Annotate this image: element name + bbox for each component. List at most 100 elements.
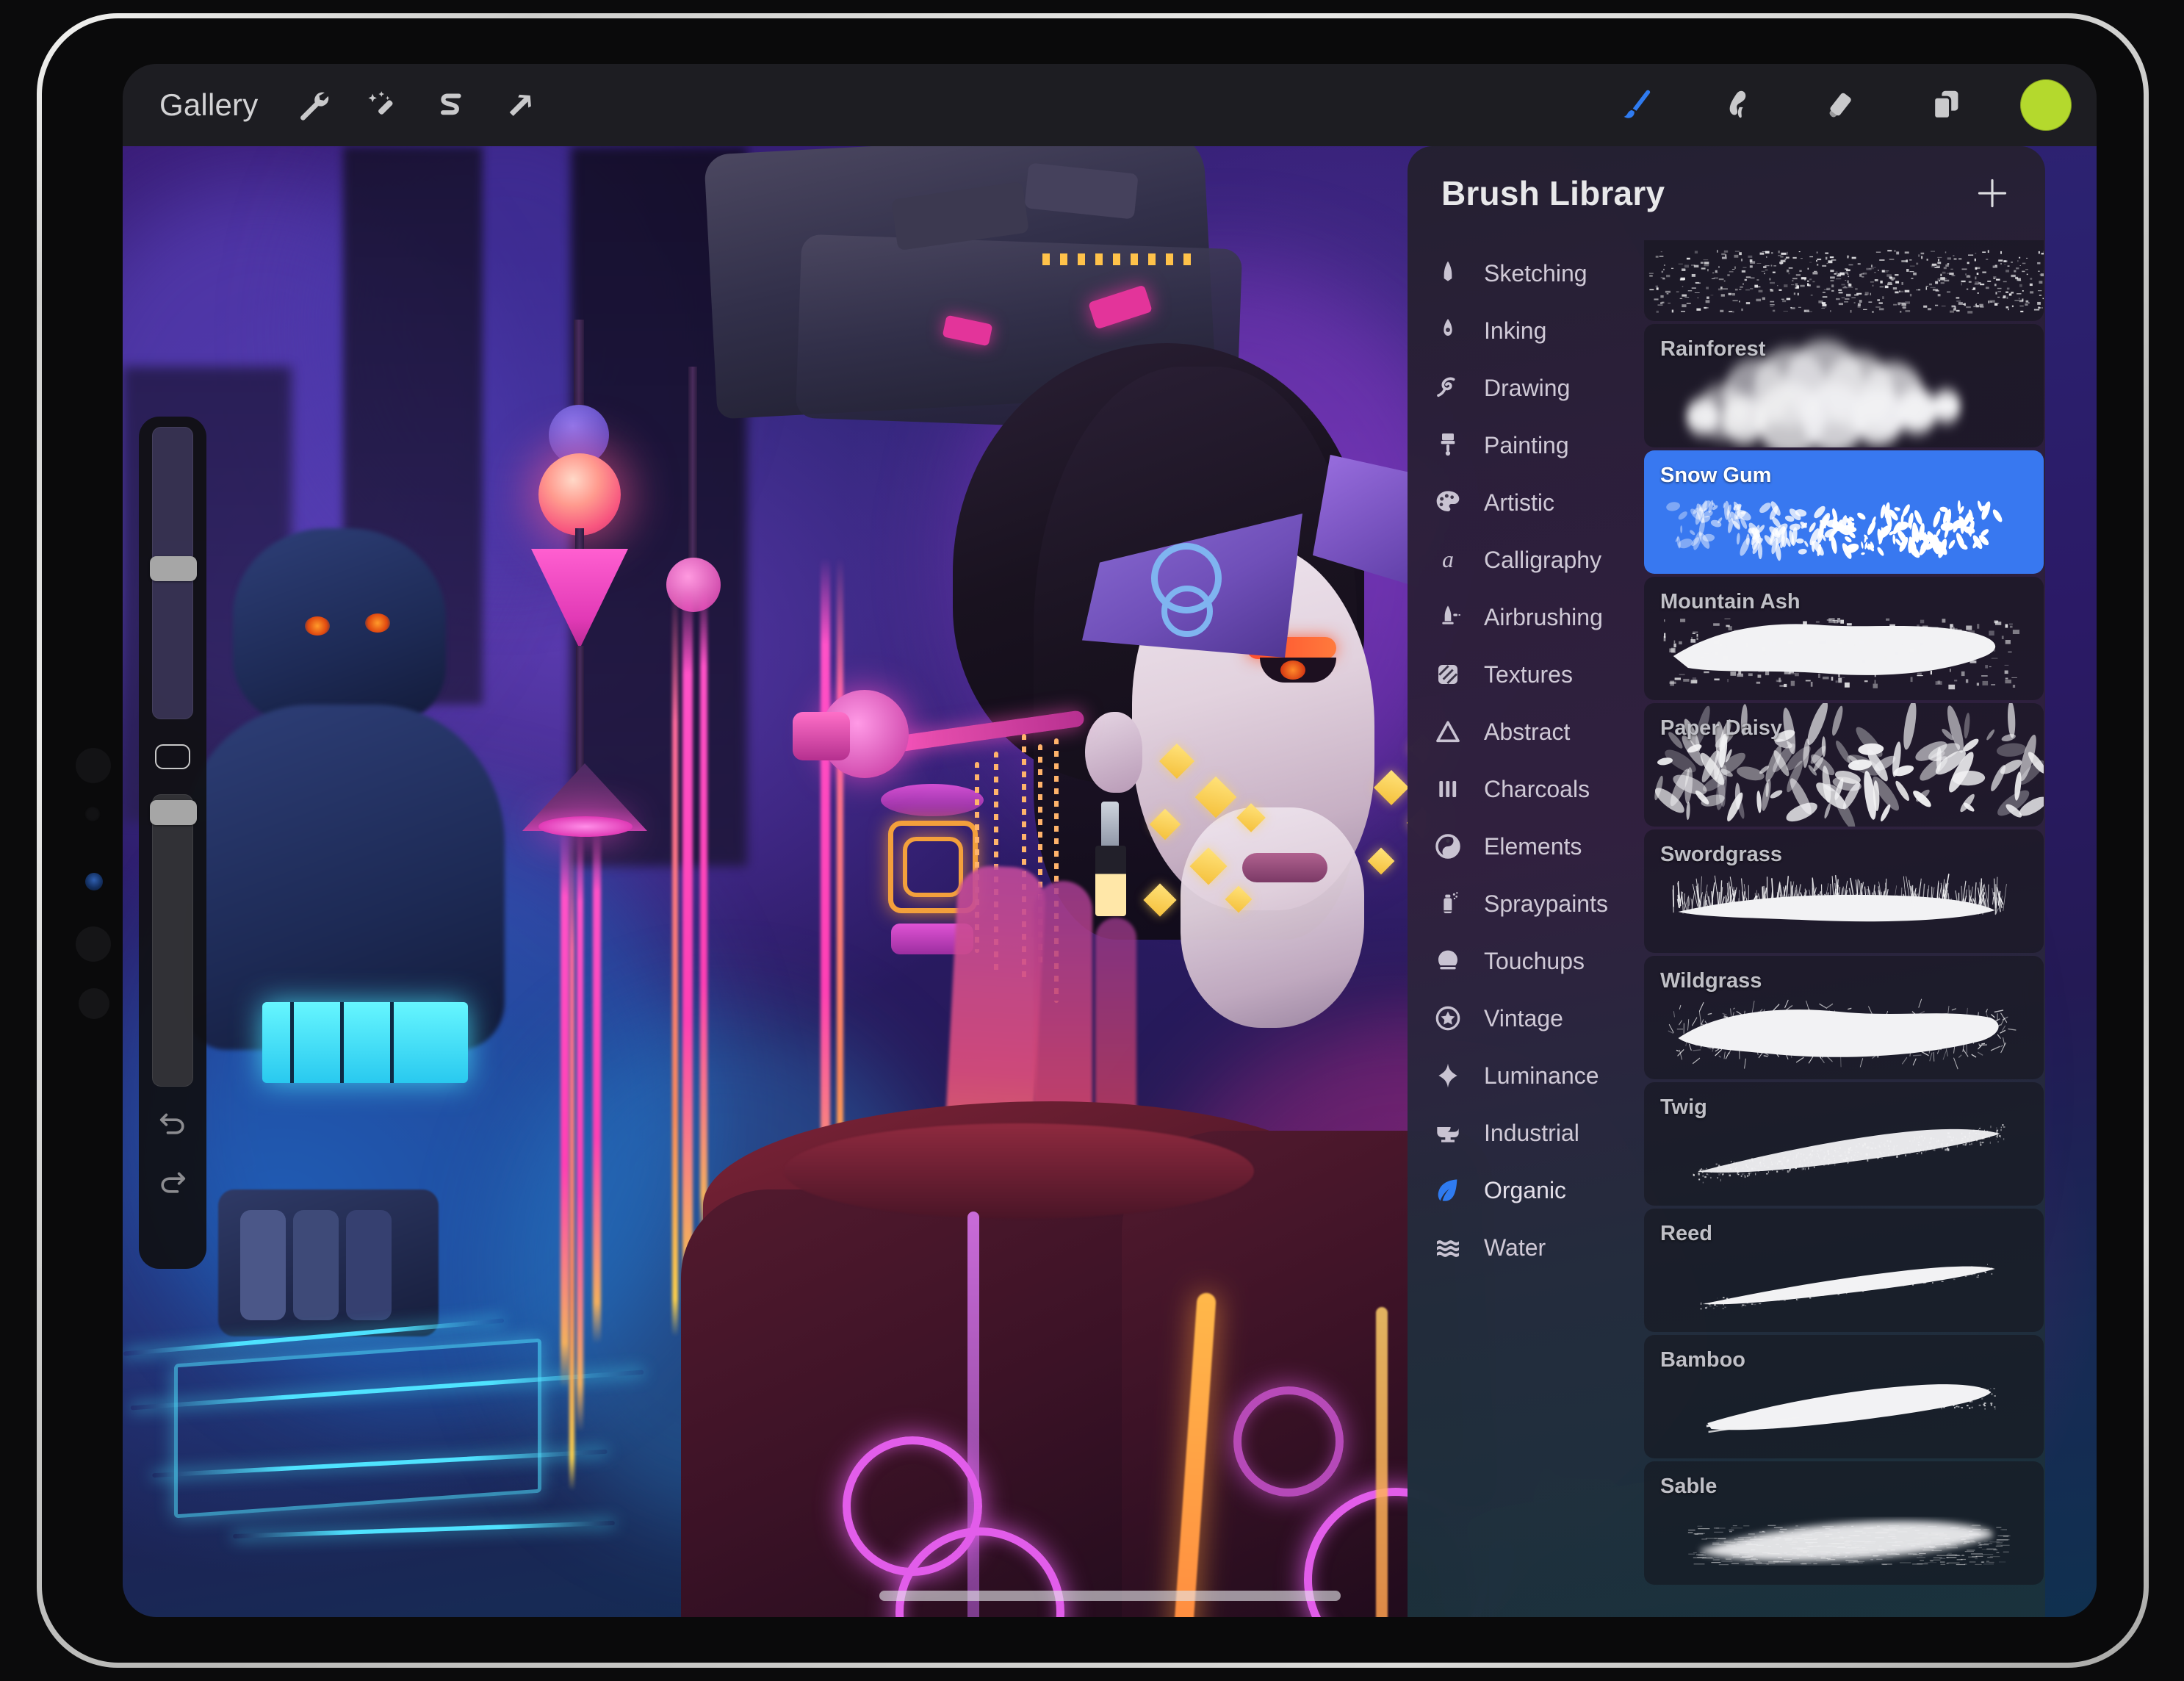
sidebar-item-water[interactable]: Water	[1408, 1219, 1644, 1276]
category-label: Painting	[1484, 431, 1569, 458]
ambient-sensor	[84, 806, 101, 822]
eraser-icon[interactable]	[1814, 76, 1872, 134]
opacity-slider[interactable]	[150, 794, 197, 1087]
sidebar-item-sketching[interactable]: Sketching	[1408, 245, 1644, 302]
category-label: Water	[1484, 1234, 1546, 1261]
paintbrush-icon[interactable]	[1609, 76, 1666, 134]
pencil-tip-icon	[1428, 259, 1468, 288]
brush-item[interactable]: Mountain Ash	[1644, 577, 2044, 700]
undo-arrow-icon[interactable]	[150, 1100, 195, 1145]
device-bezel: Gallery Brush Library Sketching Inking D…	[42, 18, 2144, 1663]
sidebar-item-abstract[interactable]: Abstract	[1408, 703, 1644, 760]
brush-item[interactable]: Paper Daisy	[1644, 703, 2044, 827]
brush-library-body: Sketching Inking Drawing Painting Artistic a C…	[1408, 240, 2045, 1617]
hatched-square-icon	[1428, 660, 1468, 689]
category-label: Drawing	[1484, 374, 1571, 401]
selection-s-curve-icon[interactable]	[422, 76, 480, 134]
toolbar-right-group	[1563, 76, 2072, 134]
triangle-icon	[1428, 717, 1468, 746]
brush-item[interactable]: Snow Gum	[1644, 450, 2044, 574]
brush-item[interactable]: Bamboo	[1644, 1335, 2044, 1458]
redo-arrow-icon[interactable]	[150, 1159, 195, 1204]
brush-name-label: Swordgrass	[1660, 843, 1782, 866]
layers-icon[interactable]	[1917, 76, 1975, 134]
sidebar-item-textures[interactable]: Textures	[1408, 646, 1644, 703]
sidebar-item-artistic[interactable]: Artistic	[1408, 474, 1644, 531]
microphone-2	[79, 988, 109, 1019]
plus-icon[interactable]	[1972, 173, 2013, 214]
anvil-icon	[1428, 1118, 1468, 1148]
sidebar-item-airbrushing[interactable]: Airbrushing	[1408, 588, 1644, 646]
actions-wrench-icon[interactable]	[284, 76, 342, 134]
brush-size-slider[interactable]	[150, 427, 197, 719]
sidebar-item-calligraphy[interactable]: a Calligraphy	[1408, 531, 1644, 588]
airbrush-icon	[1428, 602, 1468, 632]
category-label: Textures	[1484, 660, 1573, 688]
sidebar-item-touchups[interactable]: Touchups	[1408, 932, 1644, 990]
brush-name-label: Snow Gum	[1660, 464, 1772, 487]
brush-item[interactable]	[1644, 240, 2044, 321]
color-swatch-button[interactable]	[2020, 79, 2072, 131]
status-led	[85, 873, 103, 890]
brush-name-label: Bamboo	[1660, 1348, 1745, 1372]
brush-name-label: Paper Daisy	[1660, 716, 1783, 740]
top-toolbar: Gallery	[123, 64, 2097, 146]
brush-name-label: Rainforest	[1660, 337, 1766, 361]
waves-icon	[1428, 1233, 1468, 1262]
gallery-button[interactable]: Gallery	[154, 82, 273, 129]
brush-item[interactable]: Wildgrass	[1644, 956, 2044, 1079]
category-label: Airbrushing	[1484, 603, 1603, 630]
smudge-finger-icon[interactable]	[1712, 76, 1769, 134]
sidebar-item-industrial[interactable]: Industrial	[1408, 1104, 1644, 1162]
category-label: Calligraphy	[1484, 546, 1602, 573]
three-bars-icon	[1428, 774, 1468, 804]
category-label: Artistic	[1484, 489, 1554, 516]
sidebar-item-inking[interactable]: Inking	[1408, 302, 1644, 359]
category-label: Touchups	[1484, 947, 1585, 974]
sidebar-item-spraypaints[interactable]: Spraypaints	[1408, 875, 1644, 932]
sidebar-item-drawing[interactable]: Drawing	[1408, 359, 1644, 417]
brush-name-label: Mountain Ash	[1660, 590, 1801, 613]
brush-category-list: Sketching Inking Drawing Painting Artistic a C…	[1408, 240, 1644, 1617]
brush-item[interactable]: Sable	[1644, 1461, 2044, 1585]
category-label: Elements	[1484, 832, 1582, 860]
sidebar-item-luminance[interactable]: Luminance	[1408, 1047, 1644, 1104]
ipad-screen: Gallery Brush Library Sketching Inking D…	[123, 64, 2097, 1617]
yin-yang-icon	[1428, 832, 1468, 861]
brush-library-panel: Brush Library Sketching Inking Drawing Pain…	[1408, 146, 2045, 1617]
category-label: Vintage	[1484, 1004, 1563, 1032]
sidebar-item-organic[interactable]: Organic	[1408, 1162, 1644, 1219]
home-indicator[interactable]	[879, 1591, 1341, 1601]
sidebar-item-elements[interactable]: Elements	[1408, 818, 1644, 875]
brush-stroke-preview	[1644, 240, 2044, 321]
transform-arrow-icon[interactable]	[491, 76, 549, 134]
spray-can-icon	[1428, 889, 1468, 918]
ink-nib-icon	[1428, 316, 1468, 345]
adjustments-magic-wand-icon[interactable]	[353, 76, 411, 134]
brush-item[interactable]: Reed	[1644, 1209, 2044, 1332]
category-label: Spraypaints	[1484, 890, 1608, 917]
sidebar-item-vintage[interactable]: Vintage	[1408, 990, 1644, 1047]
ipad-device-frame: Gallery Brush Library Sketching Inking D…	[37, 13, 2149, 1668]
brush-item[interactable]: Swordgrass	[1644, 829, 2044, 953]
sparkle-icon	[1428, 1061, 1468, 1090]
modify-button[interactable]	[155, 744, 190, 769]
category-label: Charcoals	[1484, 775, 1590, 802]
paint-brush-icon	[1428, 431, 1468, 460]
panel-title: Brush Library	[1441, 174, 1665, 212]
microphone-1	[76, 926, 111, 962]
sidebar-item-painting[interactable]: Painting	[1408, 417, 1644, 474]
star-circle-icon	[1428, 1004, 1468, 1033]
category-label: Industrial	[1484, 1119, 1579, 1146]
brush-name-label: Sable	[1660, 1475, 1718, 1498]
brush-name-label: Twig	[1660, 1095, 1707, 1119]
sidebar-item-charcoals[interactable]: Charcoals	[1408, 760, 1644, 818]
left-tool-sidebar	[139, 417, 206, 1269]
brush-size-thumb[interactable]	[150, 555, 197, 581]
category-label: Inking	[1484, 317, 1547, 344]
opacity-thumb[interactable]	[150, 800, 197, 826]
brush-item[interactable]: Twig	[1644, 1082, 2044, 1206]
category-label: Organic	[1484, 1176, 1567, 1203]
category-label: Abstract	[1484, 718, 1571, 745]
brush-item[interactable]: Rainforest	[1644, 324, 2044, 447]
